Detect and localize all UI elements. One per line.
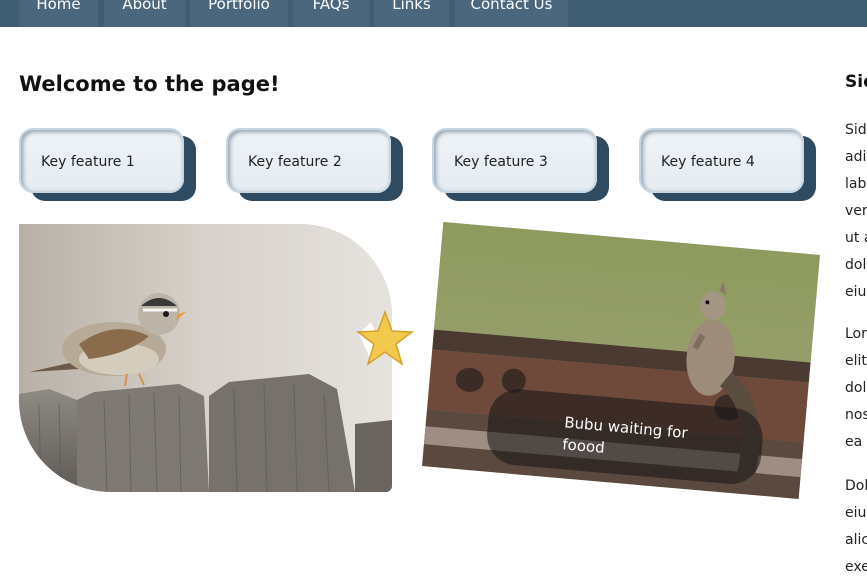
nav-home-label: Home: [36, 0, 81, 13]
nav-faqs-label: FAQs: [312, 0, 350, 13]
sidebar-line: adi: [845, 149, 867, 165]
feature-card-3[interactable]: Key feature 3: [432, 128, 597, 193]
sidebar-line: exe: [845, 559, 867, 575]
sidebar-title: Sid: [845, 72, 867, 92]
feature-card-1-label: Key feature 1: [41, 154, 135, 170]
sidebar-line: ea c: [845, 434, 867, 450]
sidebar-line: eiu: [845, 284, 867, 300]
bird-illustration: [19, 224, 392, 492]
feature-card-4[interactable]: Key feature 4: [639, 128, 804, 193]
feature-card-2-label: Key feature 2: [248, 154, 342, 170]
nav-portfolio-label: Portfolio: [208, 0, 270, 13]
sidebar-line: ut a: [845, 230, 867, 246]
nav-home[interactable]: Home: [19, 0, 98, 27]
sidebar-line: elit: [845, 353, 867, 369]
sidebar-line: Dol: [845, 478, 867, 494]
feature-card-4-label: Key feature 4: [661, 154, 755, 170]
nav-about-label: About: [122, 0, 167, 13]
nav-contact-us[interactable]: Contact Us: [455, 0, 568, 27]
sidebar-line: dol: [845, 380, 867, 396]
nav-links[interactable]: Links: [374, 0, 449, 27]
feature-card-2[interactable]: Key feature 2: [226, 128, 391, 193]
sidebar-line: eiu: [845, 505, 867, 521]
sidebar-line: dol: [845, 257, 867, 273]
feature-card-3-label: Key feature 3: [454, 154, 548, 170]
nav-faqs[interactable]: FAQs: [293, 0, 369, 27]
sidebar-line: alic: [845, 532, 867, 548]
squirrel-image: Bubu waiting for foood: [422, 221, 820, 500]
page-title: Welcome to the page!: [19, 72, 280, 96]
sidebar-line: lab: [845, 176, 867, 192]
sidebar-line: Lor: [845, 326, 867, 342]
nav-portfolio[interactable]: Portfolio: [190, 0, 288, 27]
top-navigation: Home About Portfolio FAQs Links Contact …: [0, 0, 867, 27]
sidebar-line: ver: [845, 203, 867, 219]
caption-text: Bubu waiting for foood: [561, 413, 689, 457]
nav-links-label: Links: [392, 0, 431, 13]
nav-about[interactable]: About: [104, 0, 185, 27]
sidebar-line: nos: [845, 407, 867, 423]
sidebar-line: Sid: [845, 122, 867, 138]
nav-contact-us-label: Contact Us: [470, 0, 553, 13]
star-icon: [355, 310, 415, 366]
feature-card-1[interactable]: Key feature 1: [19, 128, 184, 193]
bird-image: [19, 224, 392, 492]
